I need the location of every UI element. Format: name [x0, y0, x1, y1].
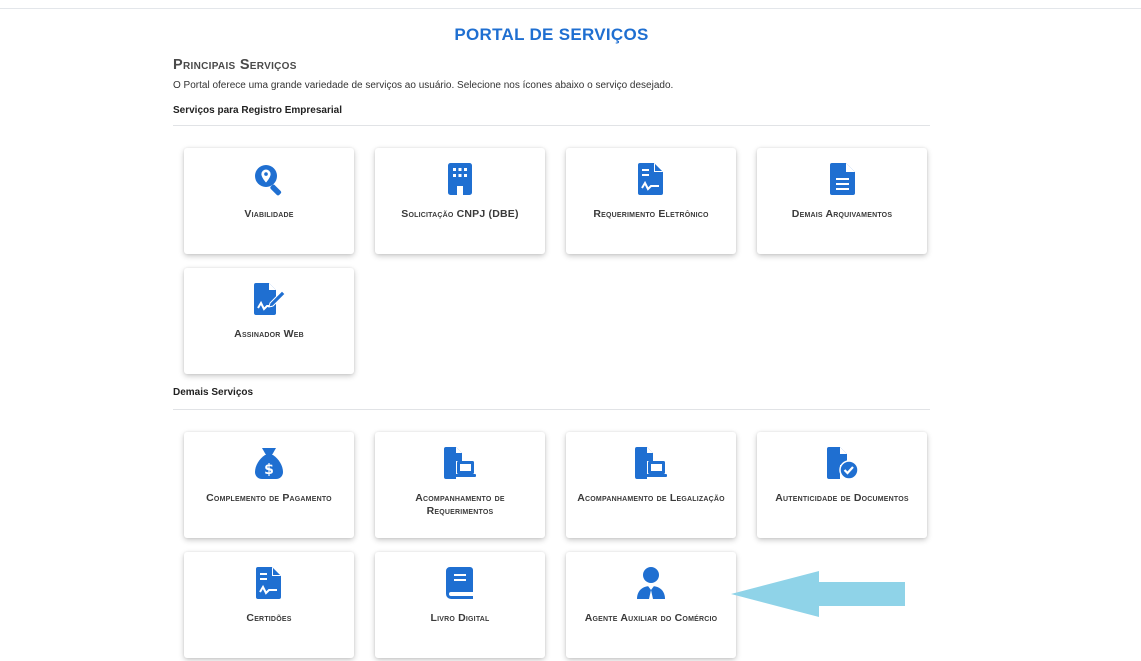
- section-title-registro: Serviços para Registro Empresarial: [173, 105, 342, 116]
- document-icon: [757, 162, 927, 196]
- card-label: Demais Arquivamentos: [791, 208, 893, 220]
- card-label: Acompanhamento de Legalização: [577, 492, 725, 504]
- service-card-livro-digital[interactable]: Livro Digital: [375, 552, 545, 658]
- svg-text:$: $: [264, 462, 274, 478]
- document-laptop-icon: [375, 446, 545, 480]
- card-label: Requerimento Eletrônico: [593, 208, 709, 220]
- card-label: Livro Digital: [430, 612, 490, 624]
- service-card-acompanhamento-requerimentos[interactable]: Acompanhamento de Requerimentos: [375, 432, 545, 538]
- document-check-icon: [757, 446, 927, 480]
- service-card-certidoes[interactable]: Certidões: [184, 552, 354, 658]
- card-label: Solicitação CNPJ (DBE): [401, 208, 519, 220]
- service-card-acompanhamento-legalizacao[interactable]: Acompanhamento de Legalização: [566, 432, 736, 538]
- intro-text: O Portal oferece uma grande variedade de…: [173, 80, 674, 91]
- search-location-icon: [184, 162, 354, 196]
- top-divider: [0, 8, 1141, 9]
- user-tie-icon: [566, 566, 736, 600]
- service-card-assinador[interactable]: Assinador Web: [184, 268, 354, 374]
- book-icon: [375, 566, 545, 600]
- signed-document-icon: [566, 162, 736, 196]
- service-card-autenticidade[interactable]: Autenticidade de Documentos: [757, 432, 927, 538]
- card-label: Certidões: [246, 612, 292, 624]
- section-title-demais: Demais Serviços: [173, 387, 254, 398]
- signature-pen-icon: [184, 282, 354, 316]
- service-card-cnpj[interactable]: Solicitação CNPJ (DBE): [375, 148, 545, 254]
- service-card-requerimento[interactable]: Requerimento Eletrônico: [566, 148, 736, 254]
- card-label: Autenticidade de Documentos: [775, 492, 909, 504]
- section-divider: [173, 125, 930, 126]
- card-label: Viabilidade: [244, 208, 294, 220]
- card-label: Complemento de Pagamento: [206, 492, 332, 504]
- page-title: PORTAL DE SERVIÇOS: [454, 25, 649, 44]
- service-card-viabilidade[interactable]: Viabilidade: [184, 148, 354, 254]
- pointer-arrow: [731, 571, 906, 622]
- service-card-arquivamentos[interactable]: Demais Arquivamentos: [757, 148, 927, 254]
- card-label: Agente Auxiliar do Comércio: [584, 612, 718, 624]
- card-label: Assinador Web: [234, 328, 304, 340]
- section-divider: [173, 409, 930, 410]
- card-label: Acompanhamento de Requerimentos: [415, 492, 505, 517]
- money-bag-icon: $: [184, 446, 354, 480]
- main-heading: Principais Serviços: [173, 57, 297, 73]
- service-card-complemento-pagamento[interactable]: $ Complemento de Pagamento: [184, 432, 354, 538]
- service-card-agente-auxiliar[interactable]: Agente Auxiliar do Comércio: [566, 552, 736, 658]
- document-laptop-icon: [566, 446, 736, 480]
- building-icon: [375, 162, 545, 196]
- signed-document-icon: [184, 566, 354, 600]
